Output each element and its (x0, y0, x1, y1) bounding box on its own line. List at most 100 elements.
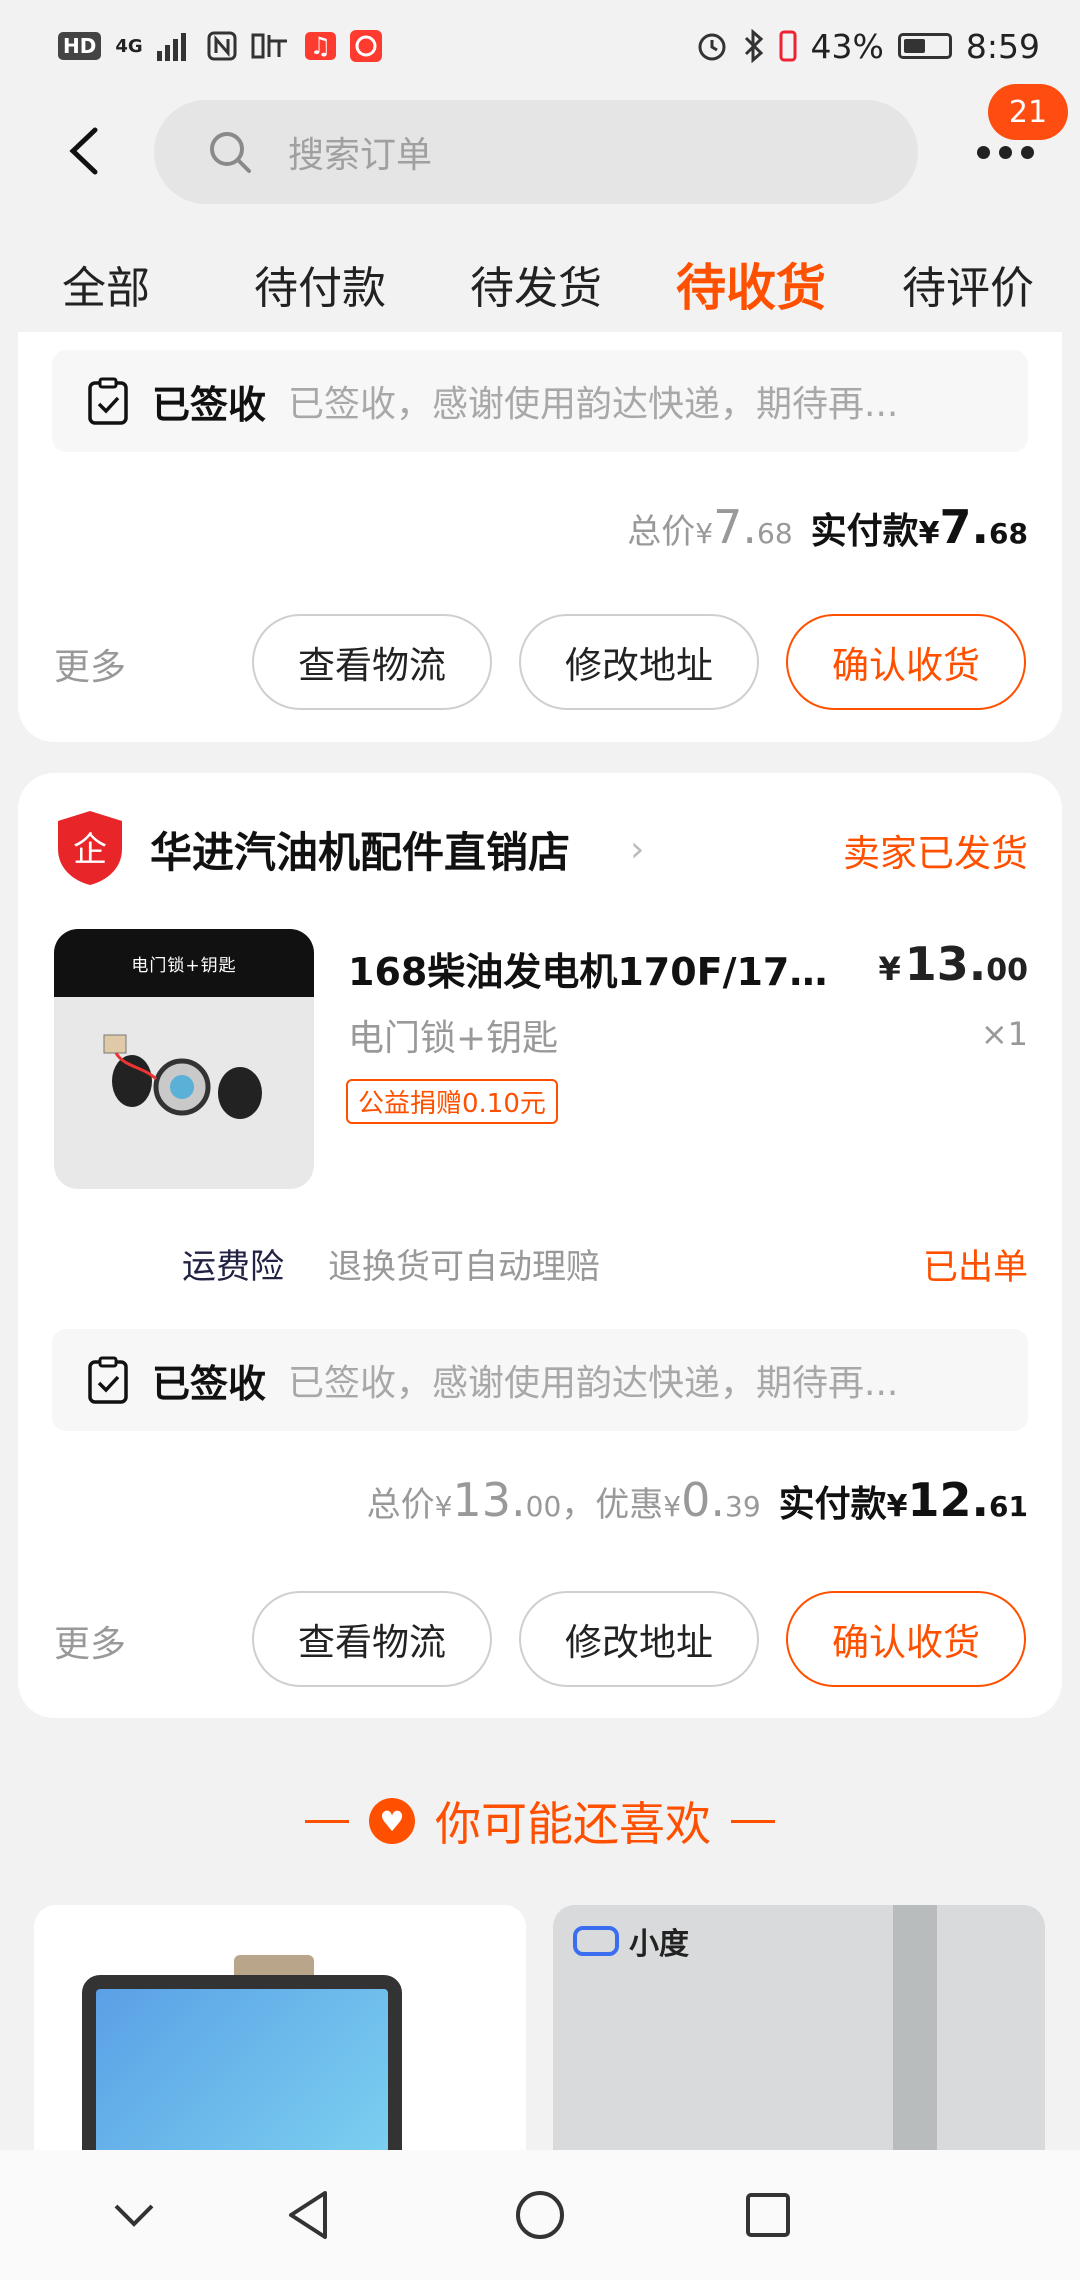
back-arrow-icon (69, 127, 98, 175)
total-amount-int: 13. (452, 1473, 526, 1527)
product-sku: 电门锁+钥匙 (348, 1018, 559, 1059)
product-price: ¥ 13. 00 (878, 937, 1028, 991)
battery-percent: 43% (810, 26, 884, 66)
order-total: 总价 ¥ 13. 00 ，优惠 ¥ 0. 39 实付款 ¥ 12. 61 (367, 1473, 1028, 1527)
tablet-product-image (82, 1975, 402, 2150)
more-actions-link[interactable]: 更多 (54, 638, 126, 690)
enterprise-shop-logo: 企 (58, 811, 122, 885)
shop-name[interactable]: 华进汽油机配件直销店 (150, 819, 570, 880)
app-notification-icon (350, 30, 383, 62)
listen-app-icon (251, 33, 287, 59)
tab-pending-receipt[interactable]: 待收货 (676, 248, 826, 320)
paid-amount-dec: 68 (989, 517, 1028, 550)
xiaodu-brand: 小度 (573, 1919, 689, 1963)
shipping-status: 卖家已发货 (843, 832, 1028, 875)
view-logistics-button[interactable]: 查看物流 (252, 1591, 492, 1687)
product-image[interactable]: 电门锁+钥匙 (54, 929, 314, 1189)
listen-app-red-icon: ♫ (304, 32, 337, 60)
paid-currency: ¥ (886, 1489, 908, 1524)
more-dot-icon (976, 145, 990, 159)
search-placeholder: 搜索订单 (288, 135, 433, 176)
confirm-receipt-button[interactable]: 确认收货 (786, 1591, 1026, 1687)
more-dot-icon (998, 145, 1012, 159)
xiaodu-logo-icon (573, 1926, 619, 1956)
nav-back-button[interactable] (278, 2185, 338, 2245)
charity-tag: 公益捐赠0.10元 (346, 1079, 558, 1124)
alarm-icon (698, 33, 726, 61)
total-currency: ¥ (695, 517, 714, 550)
paid-amount-dec: 61 (989, 1490, 1028, 1523)
product-quantity: ×1 (980, 1015, 1028, 1053)
price-dec: 00 (986, 953, 1028, 988)
order-tabs: 全部 待付款 待发货 待收货 待评价 (0, 212, 1080, 332)
price-currency: ¥ (878, 950, 901, 988)
product-image-caption: 电门锁+钥匙 (54, 929, 314, 997)
discount-label: ，优惠 (561, 1485, 664, 1525)
status-bar-right: 43% 8:59 (695, 27, 1040, 66)
tracking-summary[interactable]: 已签收 已签收，感谢使用韵达快递，期待再... (52, 350, 1028, 452)
confirm-receipt-button[interactable]: 确认收货 (786, 614, 1026, 710)
discount-amount-dec: 39 (725, 1490, 761, 1523)
chevron-down-icon (114, 2204, 154, 2227)
paid-label: 实付款 (810, 511, 919, 552)
message-count-badge: 21 (988, 84, 1068, 140)
order-actions: 更多 查看物流 修改地址 确认收货 (18, 1591, 1062, 1687)
hd-badge: HD (58, 32, 102, 60)
more-dot-icon (1020, 145, 1034, 159)
tracking-summary[interactable]: 已签收 已签收，感谢使用韵达快递，期待再... (52, 1329, 1028, 1431)
total-amount-int: 7. (713, 500, 758, 554)
more-actions-link[interactable]: 更多 (54, 1615, 126, 1667)
decor-arrow-right-icon (731, 1819, 775, 1823)
total-label: 总价 (627, 512, 696, 552)
order-actions: 更多 查看物流 修改地址 确认收货 (18, 614, 1062, 710)
chevron-right-icon[interactable]: › (630, 829, 644, 870)
paid-amount-int: 7. (939, 500, 990, 554)
shipping-insurance-desc: 退换货可自动理赔 (328, 1247, 600, 1287)
nav-collapse-button[interactable] (104, 2185, 164, 2245)
back-button[interactable] (48, 116, 118, 186)
order-card: 企 华进汽油机配件直销店 › 卖家已发货 电门锁+钥匙 168柴油发电机170F… (18, 773, 1062, 1718)
network-label: 4G (115, 35, 143, 57)
triangle-back-icon (289, 2191, 327, 2239)
nav-recents-button[interactable] (738, 2185, 798, 2245)
signed-clipboard-icon (88, 377, 128, 425)
order-card: 已签收 已签收，感谢使用韵达快递，期待再... 总价 ¥ 7. 68 实付款 ¥… (18, 332, 1062, 742)
total-currency: ¥ (434, 1490, 453, 1523)
shipping-insurance-label: 运费险 (182, 1247, 284, 1287)
paid-amount-int: 12. (907, 1473, 990, 1527)
tracking-status: 已签收 (152, 382, 267, 427)
signed-clipboard-icon (88, 1356, 128, 1404)
tracking-status: 已签收 (152, 1361, 267, 1406)
decor-arrow-left-icon (305, 1819, 349, 1823)
ignition-switch-image (103, 1034, 262, 1119)
signal-icon (156, 33, 186, 61)
vibrate-icon (779, 30, 797, 62)
discount-currency: ¥ (663, 1490, 682, 1523)
discount-amount-int: 0. (681, 1473, 725, 1527)
square-recents-icon (746, 2193, 790, 2237)
modify-address-button[interactable]: 修改地址 (519, 614, 759, 710)
tab-pending-shipment[interactable]: 待发货 (470, 252, 602, 316)
shop-logo-text: 企 (73, 830, 107, 870)
battery-icon (897, 33, 952, 59)
modify-address-button[interactable]: 修改地址 (519, 1591, 759, 1687)
search-input[interactable]: 搜索订单 (154, 100, 918, 204)
tracking-detail: 已签收，感谢使用韵达快递，期待再... (288, 1363, 899, 1404)
total-amount-dec: 00 (525, 1490, 562, 1523)
clock: 8:59 (965, 26, 1040, 66)
tab-pending-payment[interactable]: 待付款 (254, 252, 386, 316)
recommend-product-card[interactable] (34, 1905, 526, 2150)
tab-all[interactable]: 全部 (62, 252, 150, 316)
total-label: 总价 (366, 1485, 435, 1525)
view-logistics-button[interactable]: 查看物流 (252, 614, 492, 710)
product-photo-shadow (893, 1905, 937, 2150)
paid-currency: ¥ (918, 516, 940, 551)
product-title[interactable]: 168柴油发电机170F/178F... (348, 941, 848, 996)
insurance-status[interactable]: 已出单 (923, 1239, 1028, 1290)
heart-icon: ♥ (369, 1798, 415, 1844)
recommend-header: ♥ 你可能还喜欢 (0, 1788, 1080, 1854)
tab-pending-review[interactable]: 待评价 (902, 252, 1034, 316)
nav-home-button[interactable] (510, 2185, 570, 2245)
nfc-icon (207, 31, 237, 61)
recommend-product-card[interactable]: 小度 (553, 1905, 1045, 2150)
